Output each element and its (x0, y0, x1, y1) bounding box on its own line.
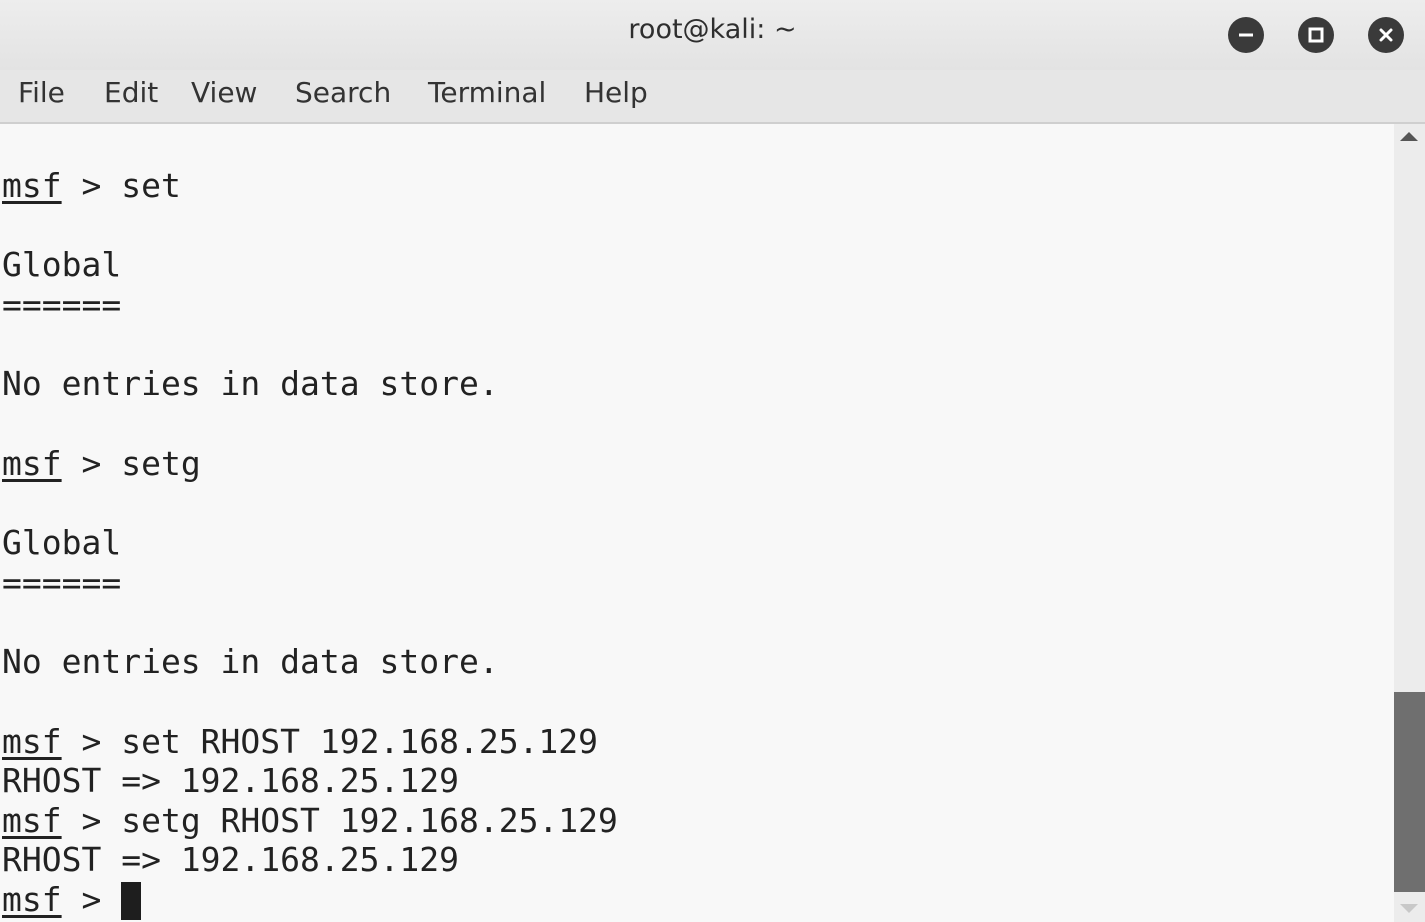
terminal-line: Global (2, 245, 122, 284)
prompt-label: msf (2, 166, 62, 205)
prompt-label: msf (2, 444, 62, 483)
terminal-line: Global (2, 523, 122, 562)
menu-search[interactable]: Search (295, 76, 391, 109)
scroll-up-arrow-icon[interactable] (1400, 132, 1418, 141)
minimize-icon (1237, 26, 1255, 44)
command-text: > set RHOST 192.168.25.129 (61, 722, 599, 761)
terminal-line: No entries in data store. (2, 364, 499, 403)
terminal-line: No entries in data store. (2, 642, 499, 681)
terminal-line: ====== (2, 563, 122, 602)
vertical-scrollbar[interactable] (1394, 124, 1425, 922)
prompt-label: msf (2, 722, 62, 761)
terminal-line: RHOST => 192.168.25.129 (2, 761, 459, 800)
command-text: > (61, 880, 122, 919)
menu-edit[interactable]: Edit (104, 76, 158, 109)
close-icon (1377, 26, 1395, 44)
prompt-label: msf (2, 880, 62, 919)
menu-help[interactable]: Help (584, 76, 648, 109)
terminal-line: ====== (2, 285, 122, 324)
maximize-button[interactable] (1298, 17, 1334, 53)
terminal-line: RHOST => 192.168.25.129 (2, 840, 459, 879)
window-title: root@kali: ~ (628, 14, 797, 45)
terminal-line: msf > setg RHOST 192.168.25.129 (2, 801, 618, 841)
menu-terminal[interactable]: Terminal (428, 76, 546, 109)
close-button[interactable] (1368, 17, 1404, 53)
menu-view[interactable]: View (191, 76, 257, 109)
terminal-line: msf > (2, 880, 142, 920)
scrollbar-thumb[interactable] (1394, 692, 1425, 892)
prompt-label: msf (2, 801, 62, 840)
terminal-output[interactable]: msf > set Global ====== No entries in da… (0, 124, 1394, 922)
terminal-window: root@kali: ~ File Edit View Search Termi… (0, 0, 1425, 922)
command-text: > setg RHOST 192.168.25.129 (61, 801, 618, 840)
command-text: > set (61, 166, 181, 205)
title-bar[interactable]: root@kali: ~ (0, 0, 1425, 70)
terminal-line: msf > set (2, 166, 181, 206)
terminal-line: msf > setg (2, 444, 201, 484)
text-cursor (121, 882, 142, 920)
menu-bar: File Edit View Search Terminal Help (0, 70, 1425, 124)
menu-file[interactable]: File (18, 76, 65, 109)
terminal-line: msf > set RHOST 192.168.25.129 (2, 722, 598, 762)
command-text: > setg (61, 444, 201, 483)
minimize-button[interactable] (1228, 17, 1264, 53)
scroll-down-arrow-icon[interactable] (1400, 904, 1418, 913)
maximize-icon (1307, 26, 1325, 44)
